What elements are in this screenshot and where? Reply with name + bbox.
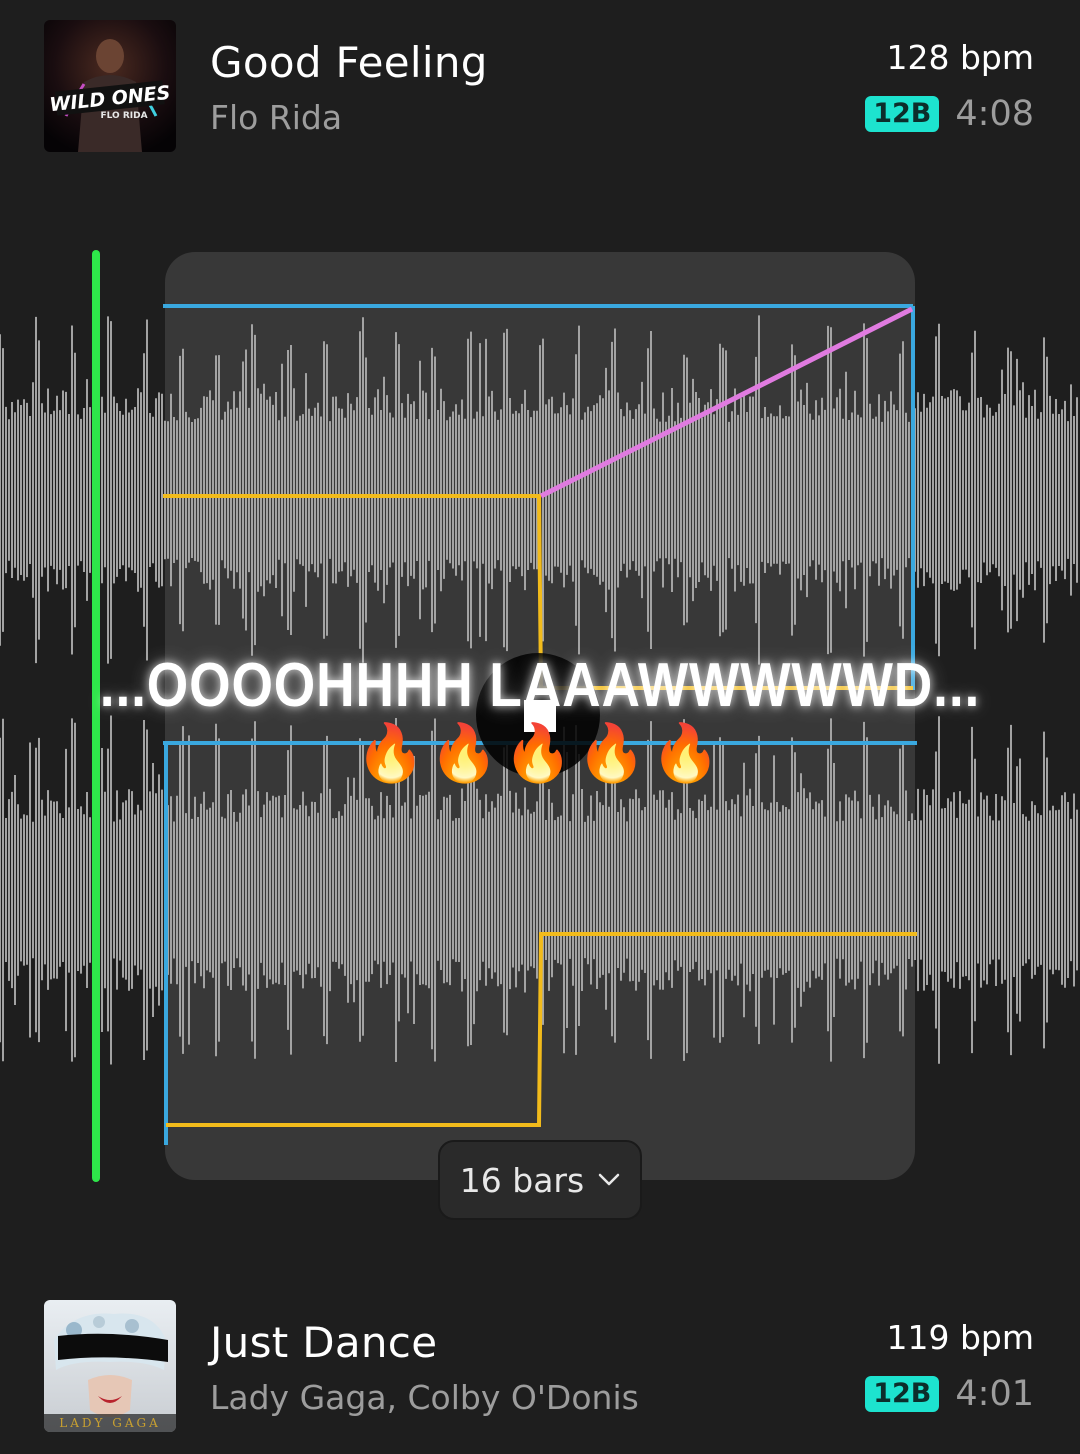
- deck-b-duration: 4:01: [955, 1374, 1034, 1414]
- deck-b-bpm: 119 bpm: [886, 1318, 1034, 1357]
- transition-length-label: 16 bars: [459, 1160, 585, 1200]
- deck-b-art-text: LADY GAGA: [59, 1416, 161, 1430]
- lyric-overlay: ...OOOOHHHH LAAAWWWWWD...: [99, 651, 981, 720]
- chevron-down-icon: [598, 1173, 620, 1186]
- deck-a-meta: 12B 4:08: [865, 94, 1034, 134]
- deck-b-track-header[interactable]: LADY GAGA Just Dance Lady Gaga, Colby O'…: [44, 1300, 1036, 1434]
- deck-a-track-header[interactable]: WILD ONES FLO RIDA Good Feeling Flo Rida…: [44, 20, 1036, 154]
- deck-b-artist: Lady Gaga, Colby O'Donis: [210, 1378, 639, 1417]
- deck-a-artist: Flo Rida: [210, 98, 343, 137]
- deck-b-meta: 12B 4:01: [865, 1374, 1034, 1414]
- deck-a-album-art: WILD ONES FLO RIDA: [44, 20, 176, 152]
- deck-b-title: Just Dance: [210, 1318, 438, 1367]
- deck-a-key-badge: 12B: [865, 96, 940, 132]
- deck-a-bpm: 128 bpm: [886, 38, 1034, 77]
- fire-emoji-overlay: 🔥🔥🔥🔥🔥: [355, 721, 725, 786]
- deck-a-duration: 4:08: [955, 94, 1034, 134]
- transition-length-dropdown[interactable]: 16 bars: [438, 1140, 642, 1220]
- deck-b-key-badge: 12B: [865, 1376, 940, 1412]
- svg-text:FLO RIDA: FLO RIDA: [100, 111, 147, 121]
- deck-b-album-art: LADY GAGA: [44, 1300, 176, 1432]
- deck-a-title: Good Feeling: [210, 38, 488, 87]
